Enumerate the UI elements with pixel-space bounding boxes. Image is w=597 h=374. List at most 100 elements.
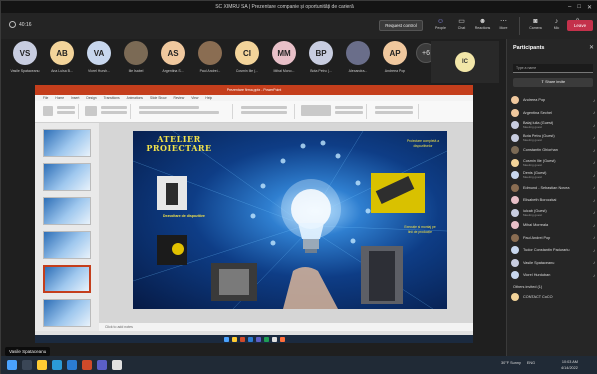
maximize-icon[interactable]: □ (577, 4, 581, 11)
menu-item-slide-show[interactable]: Slide Show (150, 96, 167, 100)
toolbar-camera-button[interactable]: ◙ Camera (528, 17, 543, 35)
toolbar-mic-button[interactable]: ♪ Mic (549, 17, 564, 35)
list-item[interactable]: Constantin Ghiorhan ♪ (511, 144, 597, 157)
avatar (511, 233, 519, 242)
edge-icon[interactable] (52, 360, 62, 370)
menu-item-home[interactable]: Home (55, 96, 64, 100)
close-icon[interactable]: ✕ (589, 44, 594, 51)
menu-item-view[interactable]: View (191, 96, 198, 100)
participant-avatar[interactable]: Ilie Isabel (120, 41, 152, 83)
powerpoint-icon[interactable] (82, 360, 92, 370)
toolbar-chat-button[interactable]: ▭ Chat (454, 17, 469, 35)
participant-avatars: VS Vasile Spataceanu AB Ana Luisa B... VA Vio… (9, 41, 436, 83)
list-item[interactable]: Paul Andrei Pop ♪ (511, 232, 597, 245)
mic-off-icon: ♪ (593, 122, 596, 128)
powerpoint-title: Prezentare firma.pptx - PowerPoint (226, 88, 282, 92)
avatar (346, 41, 370, 65)
notes-pane[interactable]: Click to add notes (99, 323, 473, 331)
more-icon: ⋯ (500, 18, 507, 25)
avatar-name: Ilie Isabel (128, 69, 144, 73)
request-control-button[interactable]: Request control (379, 20, 423, 31)
slide-thumbnail[interactable] (43, 129, 91, 157)
list-item[interactable]: Balaj Iulia (Guest) Meeting guest ♪ (511, 119, 597, 132)
participant-name: Tudor Constantin Padurariu (523, 248, 570, 253)
slide-thumbnail[interactable] (43, 231, 91, 259)
lightbulb-graphic (281, 179, 341, 253)
participant-avatar[interactable]: Paul Andrei... (194, 41, 226, 83)
list-item[interactable]: Viorel Hurduban ♪ (511, 269, 597, 282)
teams-icon[interactable] (97, 360, 107, 370)
file-explorer-icon[interactable] (37, 360, 47, 370)
list-item[interactable]: Vasile Spataceanu ♪ (511, 257, 597, 270)
search-input[interactable]: Type a name (513, 64, 593, 73)
windows-start-icon[interactable] (7, 360, 17, 370)
close-icon[interactable]: ✕ (587, 4, 592, 11)
participant-name: Constantin Ghiorhan (523, 148, 558, 153)
list-item[interactable]: Mihai Morreala ♪ (511, 219, 597, 232)
avatar (511, 146, 519, 155)
menu-item-animations[interactable]: Animations (127, 96, 143, 100)
toolbar-people-button[interactable]: ☺ People (433, 17, 448, 35)
slide-thumbnail[interactable] (43, 265, 91, 293)
menu-item-file[interactable]: File (43, 96, 48, 100)
slide-thumbnail[interactable] (43, 197, 91, 225)
share-invite-button[interactable]: ⇪ Share invite (513, 78, 593, 87)
avatar: CI (235, 41, 259, 65)
avatar (511, 121, 519, 130)
menu-item-transitions[interactable]: Transitions (104, 96, 120, 100)
participant-avatar[interactable]: CI Cosmin Ilie (... (231, 41, 263, 83)
language-indicator[interactable]: ENG (527, 361, 535, 365)
avatar: AB (50, 41, 74, 65)
others-invited-header[interactable]: Others invited (1) (511, 282, 597, 291)
participant-avatar[interactable]: AS Argentina S... (157, 41, 189, 83)
clock-date: 4/14/2022 (561, 366, 578, 370)
avatar (511, 246, 519, 255)
list-item[interactable]: Tudor Constantin Padurariu ♪ (511, 244, 597, 257)
slide-thumbnails (35, 123, 99, 331)
participant-avatar[interactable]: Alexandra... (342, 41, 374, 83)
avatar: VA (87, 41, 111, 65)
list-item[interactable]: Andreea Pop ♪ (511, 94, 597, 107)
menu-item-review[interactable]: Review (173, 96, 184, 100)
toolbar-more-button[interactable]: ⋯ More (496, 17, 511, 35)
mic-off-icon: ♪ (593, 135, 596, 141)
slide-thumbnail[interactable] (43, 163, 91, 191)
clock[interactable]: 10:03 AM 4/14/2022 (561, 359, 578, 371)
outlook-icon[interactable] (67, 360, 77, 370)
avatar-name: Mihai Mono... (273, 69, 295, 73)
shared-taskbar (35, 335, 473, 343)
list-item[interactable]: Denis (Guest) Meeting guest ♪ (511, 169, 597, 182)
avatar-name: Bota Petru (... (310, 69, 332, 73)
menu-item-help[interactable]: Help (205, 96, 212, 100)
slide-thumbnail[interactable] (43, 299, 91, 327)
mic-off-icon: ♪ (593, 222, 596, 228)
participant-avatar[interactable]: VA Viorel Hursh... (83, 41, 115, 83)
menu-item-design[interactable]: Design (86, 96, 96, 100)
leave-button[interactable]: Leave (567, 20, 593, 31)
list-item[interactable]: Argentina Sechel ♪ (511, 107, 597, 120)
participant-avatar[interactable]: AB Ana Luisa B... (46, 41, 78, 83)
list-item[interactable]: CONTACT CoCO (511, 291, 597, 304)
slide-title: ATELIER PROIECTARE (146, 134, 212, 153)
toolbar-reactions-button[interactable]: ☻ Reactions (474, 17, 491, 35)
list-item[interactable]: Cosmin Ilie (Guest) Meeting guest ♪ (511, 157, 597, 170)
list-item[interactable]: Elisabeth Boroczkai ♪ (511, 194, 597, 207)
search-icon[interactable] (22, 360, 32, 370)
system-tray: 30°F Sunny ENG (501, 361, 535, 365)
participant-avatar[interactable]: BP Bota Petru (... (305, 41, 337, 83)
toolbar-label: Reactions (474, 26, 491, 30)
window-title: SC XIMRU SA | Prezentare companie și opo… (215, 4, 354, 10)
list-item[interactable]: Bota Petru (Guest) Meeting guest ♪ (511, 132, 597, 145)
avatar (511, 292, 519, 301)
list-item[interactable]: iulcab (Guest) Meeting guest ♪ (511, 207, 597, 220)
weather-text: 30°F Sunny (501, 361, 521, 365)
video-tile[interactable]: IC (431, 41, 499, 83)
list-item[interactable]: Edmund - Sebastian Novea ♪ (511, 182, 597, 195)
participant-avatar[interactable]: AP Andreea Pop (379, 41, 411, 83)
participant-avatar[interactable]: VS Vasile Spataceanu (9, 41, 41, 83)
toolbar-separator (519, 17, 520, 35)
participant-avatar[interactable]: MM Mihai Mono... (268, 41, 300, 83)
minimize-icon[interactable]: – (568, 4, 571, 11)
menu-item-insert[interactable]: Insert (71, 96, 79, 100)
chrome-icon[interactable] (112, 360, 122, 370)
